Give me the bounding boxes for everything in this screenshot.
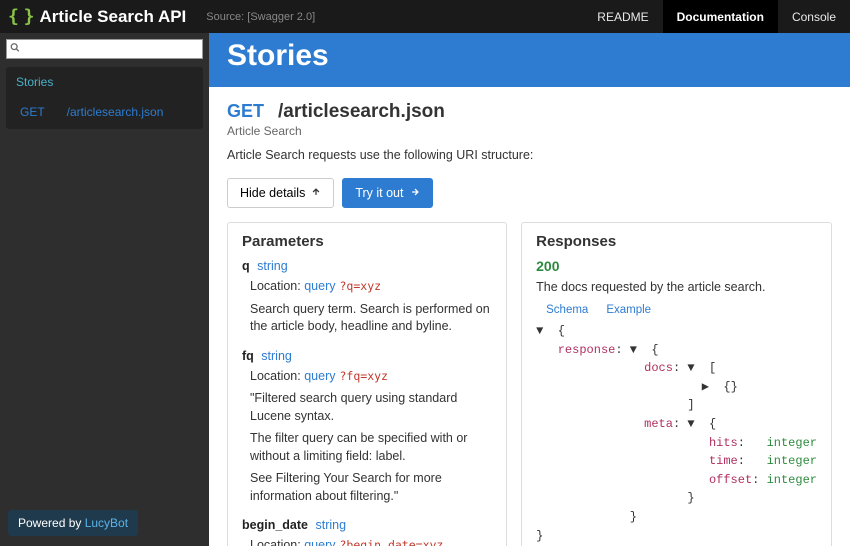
try-it-out-label: Try it out xyxy=(355,186,403,200)
endpoint-path: /articlesearch.json xyxy=(278,101,445,123)
nav-item-articlesearch[interactable]: GET /articlesearch.json xyxy=(6,97,203,129)
topbar-nav: README Documentation Console xyxy=(583,0,850,33)
arrow-up-icon xyxy=(311,186,321,200)
param-desc-line: The filter query can be specified with o… xyxy=(250,430,492,465)
sidebar: Stories GET /articlesearch.json Powered … xyxy=(0,33,209,546)
triangle-down-icon[interactable]: ▼ xyxy=(536,322,543,341)
parameters-title: Parameters xyxy=(242,233,492,250)
param-desc-line: See Filtering Your Search for more infor… xyxy=(250,470,492,505)
hide-details-button[interactable]: Hide details xyxy=(227,178,334,208)
schema-tree: ▼ { response: ▼ { docs: ▼ [ ▶ {} ] meta:… xyxy=(536,322,817,545)
responses-panel: Responses 200 The docs requested by the … xyxy=(521,222,832,546)
tab-schema[interactable]: Schema xyxy=(546,304,588,316)
param-fq: fq string Location: query?fq=xyz "Filtered… xyxy=(242,348,492,506)
param-desc-line: Search query term. Search is performed o… xyxy=(250,301,492,336)
api-title: Article Search API xyxy=(40,7,187,27)
hide-details-label: Hide details xyxy=(240,186,305,200)
param-name: begin_date xyxy=(242,518,308,532)
endpoint-header: GET /articlesearch.json xyxy=(227,101,832,123)
param-name: q xyxy=(242,259,250,273)
param-q: q string Location: query?q=xyz Search quer… xyxy=(242,258,492,336)
param-type: string xyxy=(258,349,292,363)
response-tabs: Schema Example xyxy=(536,304,817,316)
button-row: Hide details Try it out xyxy=(227,178,832,208)
endpoint-subtitle: Article Search xyxy=(227,124,832,138)
powered-name: LucyBot xyxy=(85,516,128,530)
triangle-right-icon[interactable]: ▶ xyxy=(702,378,709,397)
topbar: { } Article Search API Source: [Swagger … xyxy=(0,0,850,33)
hero: Stories xyxy=(209,33,850,87)
logo-icon: { } xyxy=(8,6,32,27)
nav-item-method: GET xyxy=(20,105,45,119)
tab-example[interactable]: Example xyxy=(606,304,651,316)
endpoint-description: Article Search requests use the followin… xyxy=(227,148,832,162)
powered-prefix: Powered by xyxy=(18,516,85,530)
triangle-down-icon[interactable]: ▼ xyxy=(630,341,637,360)
response-code: 200 xyxy=(536,258,817,274)
param-type: string xyxy=(312,518,346,532)
columns: Parameters q string Location: query?q=xyz… xyxy=(227,222,832,546)
endpoint-method: GET xyxy=(227,101,264,122)
nav-console[interactable]: Console xyxy=(778,0,850,33)
main: Stories GET /articlesearch.json Article … xyxy=(209,33,850,546)
try-it-out-button[interactable]: Try it out xyxy=(342,178,432,208)
param-type: string xyxy=(254,259,288,273)
nav-readme[interactable]: README xyxy=(583,0,662,33)
nav-group-stories[interactable]: Stories xyxy=(6,67,203,97)
source-label: Source: [Swagger 2.0] xyxy=(206,11,315,23)
param-location: Location: query?q=xyz xyxy=(250,278,492,296)
search-wrap xyxy=(0,33,209,65)
nav-group: Stories GET /articlesearch.json xyxy=(6,67,203,129)
powered-by-button[interactable]: Powered by LucyBot xyxy=(8,510,138,536)
parameters-panel: Parameters q string Location: query?q=xyz… xyxy=(227,222,507,546)
search-input[interactable] xyxy=(6,39,203,59)
triangle-down-icon[interactable]: ▼ xyxy=(687,415,694,434)
nav-item-path: /articlesearch.json xyxy=(67,105,164,119)
arrow-right-icon xyxy=(410,186,420,200)
content: GET /articlesearch.json Article Search A… xyxy=(209,87,850,546)
param-begin_date: begin_date string Location: query?begin_d… xyxy=(242,517,492,546)
param-name: fq xyxy=(242,349,254,363)
response-description: The docs requested by the article search… xyxy=(536,280,817,294)
param-desc-line: "Filtered search query using standard Lu… xyxy=(250,390,492,425)
triangle-down-icon[interactable]: ▼ xyxy=(687,359,694,378)
param-location: Location: query?fq=xyz xyxy=(250,368,492,386)
param-location: Location: query?begin_date=xyz xyxy=(250,537,492,546)
hero-title: Stories xyxy=(227,39,832,73)
responses-title: Responses xyxy=(536,233,817,250)
nav-documentation[interactable]: Documentation xyxy=(663,0,778,33)
